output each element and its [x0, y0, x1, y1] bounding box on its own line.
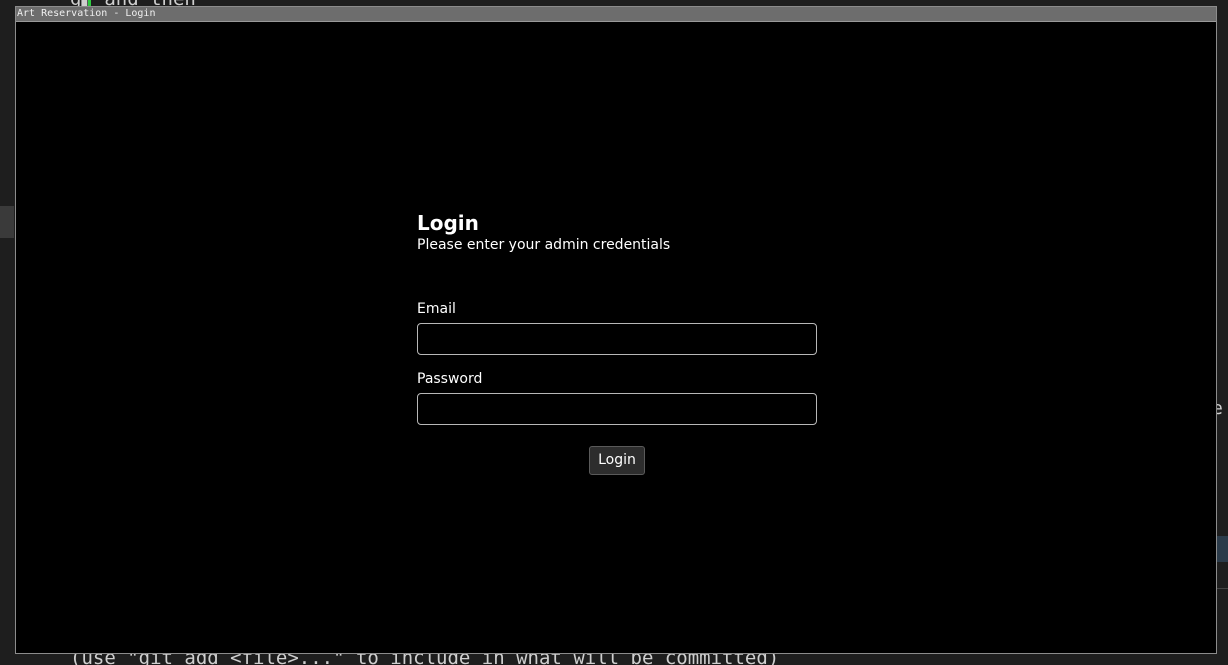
window-titlebar[interactable]: Art Reservation - Login — [16, 7, 1216, 22]
submit-row: Login — [417, 446, 817, 475]
background-selection-band — [1216, 536, 1228, 562]
app-window: Art Reservation - Login Login Please ent… — [15, 6, 1217, 654]
login-heading: Login — [417, 211, 479, 235]
email-label: Email — [417, 301, 456, 317]
window-title: Art Reservation - Login — [17, 8, 156, 19]
login-button[interactable]: Login — [589, 446, 645, 475]
email-field[interactable] — [417, 323, 817, 355]
desktop-background: g▌ and then e (use "git add <file>..." t… — [0, 0, 1228, 665]
background-sidebar-strip — [0, 206, 14, 238]
background-divider — [1216, 588, 1228, 589]
password-label: Password — [417, 371, 483, 387]
login-form: Login Please enter your admin credential… — [417, 211, 817, 475]
password-field[interactable] — [417, 393, 817, 425]
login-subtitle: Please enter your admin credentials — [417, 237, 671, 253]
